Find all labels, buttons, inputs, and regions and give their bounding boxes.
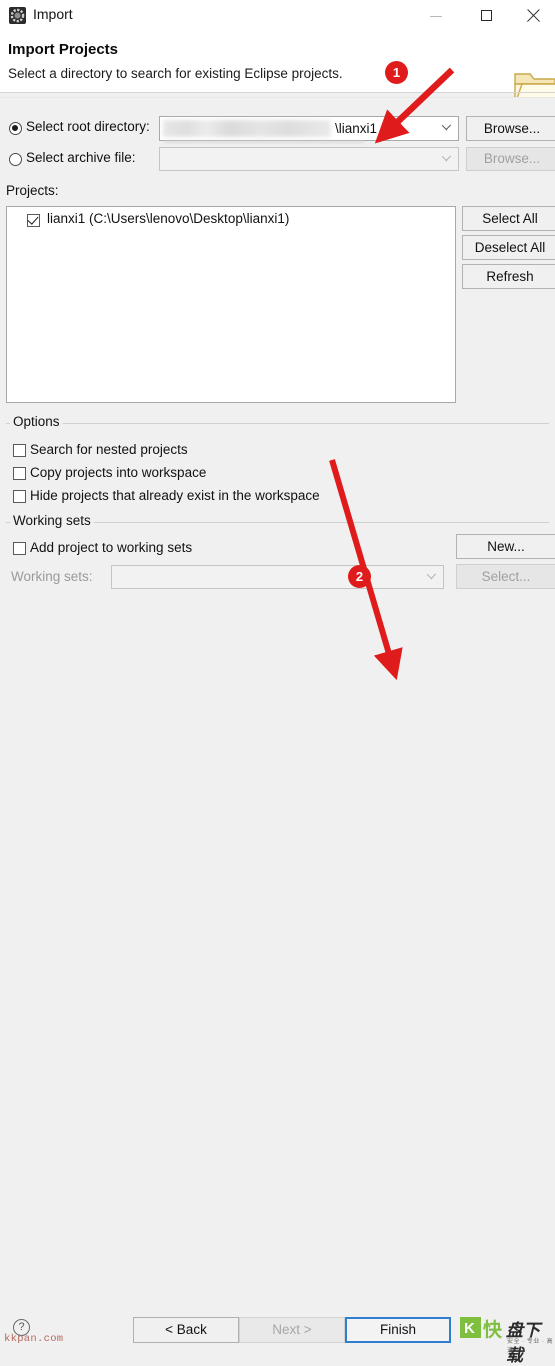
next-button: Next > — [239, 1317, 345, 1343]
page-subtitle: Select a directory to search for existin… — [8, 66, 343, 81]
label-search-nested-projects: Search for nested projects — [30, 442, 188, 457]
checkbox-search-nested-projects[interactable] — [13, 444, 26, 457]
select-working-set-button: Select... — [456, 564, 555, 589]
options-group-divider — [6, 423, 549, 424]
project-checkbox[interactable] — [27, 214, 40, 227]
redacted-path-underline — [164, 141, 364, 143]
working-sets-combo — [111, 565, 444, 589]
watermark-logo-mark: K — [460, 1317, 481, 1338]
redacted-path-blur — [163, 120, 331, 137]
import-projects-dialog: Import Import Projects Select a director… — [0, 0, 555, 1365]
label-hide-existing-projects: Hide projects that already exist in the … — [30, 488, 320, 503]
header-divider — [0, 92, 555, 93]
browse-archive-file-button: Browse... — [466, 147, 555, 171]
title-bar: Import — [0, 0, 555, 32]
refresh-button[interactable]: Refresh — [462, 264, 555, 289]
maximize-icon — [481, 10, 492, 21]
checkbox-hide-existing-projects[interactable] — [13, 490, 26, 503]
watermark-left: kkpan.com — [4, 1333, 64, 1345]
label-copy-projects-into-workspace: Copy projects into workspace — [30, 465, 207, 480]
radio-select-archive-file[interactable] — [9, 153, 22, 166]
root-directory-combo[interactable]: \lianxi1 — [159, 116, 459, 143]
select-all-button[interactable]: Select All — [462, 206, 555, 231]
list-item[interactable]: lianxi1 (C:\Users\lenovo\Desktop\lianxi1… — [7, 211, 455, 233]
watermark-text-3: 安全 · 专业 · 高速 — [507, 1339, 554, 1354]
chevron-down-icon[interactable] — [441, 124, 452, 135]
checkbox-copy-projects-into-workspace[interactable] — [13, 467, 26, 480]
annotation-badge-2: 2 — [348, 565, 371, 588]
label-add-project-to-working-sets: Add project to working sets — [30, 540, 193, 555]
archive-file-combo — [159, 147, 459, 171]
browse-root-directory-button[interactable]: Browse... — [466, 116, 555, 141]
eclipse-import-icon — [9, 7, 26, 24]
minimize-button[interactable] — [417, 0, 463, 32]
label-select-archive-file: Select archive file: — [26, 150, 136, 165]
window-title: Import — [33, 6, 73, 22]
options-group-label: Options — [10, 414, 63, 429]
projects-label: Projects: — [6, 183, 59, 198]
radio-select-root-directory[interactable] — [9, 122, 22, 135]
label-select-root-directory: Select root directory: — [26, 119, 150, 134]
chevron-down-icon-working-sets — [426, 573, 437, 584]
dialog-footer: ? < Back Next > Finish kkpan.com K 快 盘下载… — [0, 651, 555, 1365]
finish-button[interactable]: Finish — [345, 1317, 451, 1343]
watermark-logo-letter: K — [464, 1320, 475, 1337]
dialog-body: Select root directory: \lianxi1 Browse..… — [0, 98, 555, 651]
minimize-icon — [430, 16, 442, 17]
new-working-set-button[interactable]: New... — [456, 534, 555, 559]
working-sets-group-label: Working sets — [10, 513, 94, 528]
back-button[interactable]: < Back — [133, 1317, 239, 1343]
annotation-badge-1: 1 — [385, 61, 408, 84]
wizard-header: Import Projects Select a directory to se… — [0, 32, 555, 106]
deselect-all-button[interactable]: Deselect All — [462, 235, 555, 260]
close-button[interactable] — [515, 0, 555, 32]
watermark-text-1: 快 — [483, 1320, 503, 1341]
watermark-right: K 快 盘下载 安全 · 专业 · 高速 — [460, 1313, 555, 1365]
checkbox-add-project-to-working-sets[interactable] — [13, 542, 26, 555]
chevron-down-icon-archive — [441, 155, 452, 166]
root-directory-value: \lianxi1 — [335, 121, 378, 136]
maximize-button[interactable] — [466, 0, 512, 32]
projects-list[interactable]: lianxi1 (C:\Users\lenovo\Desktop\lianxi1… — [6, 206, 456, 403]
label-working-sets-field: Working sets: — [11, 569, 93, 584]
project-label: lianxi1 (C:\Users\lenovo\Desktop\lianxi1… — [47, 211, 290, 226]
page-title: Import Projects — [8, 41, 119, 58]
